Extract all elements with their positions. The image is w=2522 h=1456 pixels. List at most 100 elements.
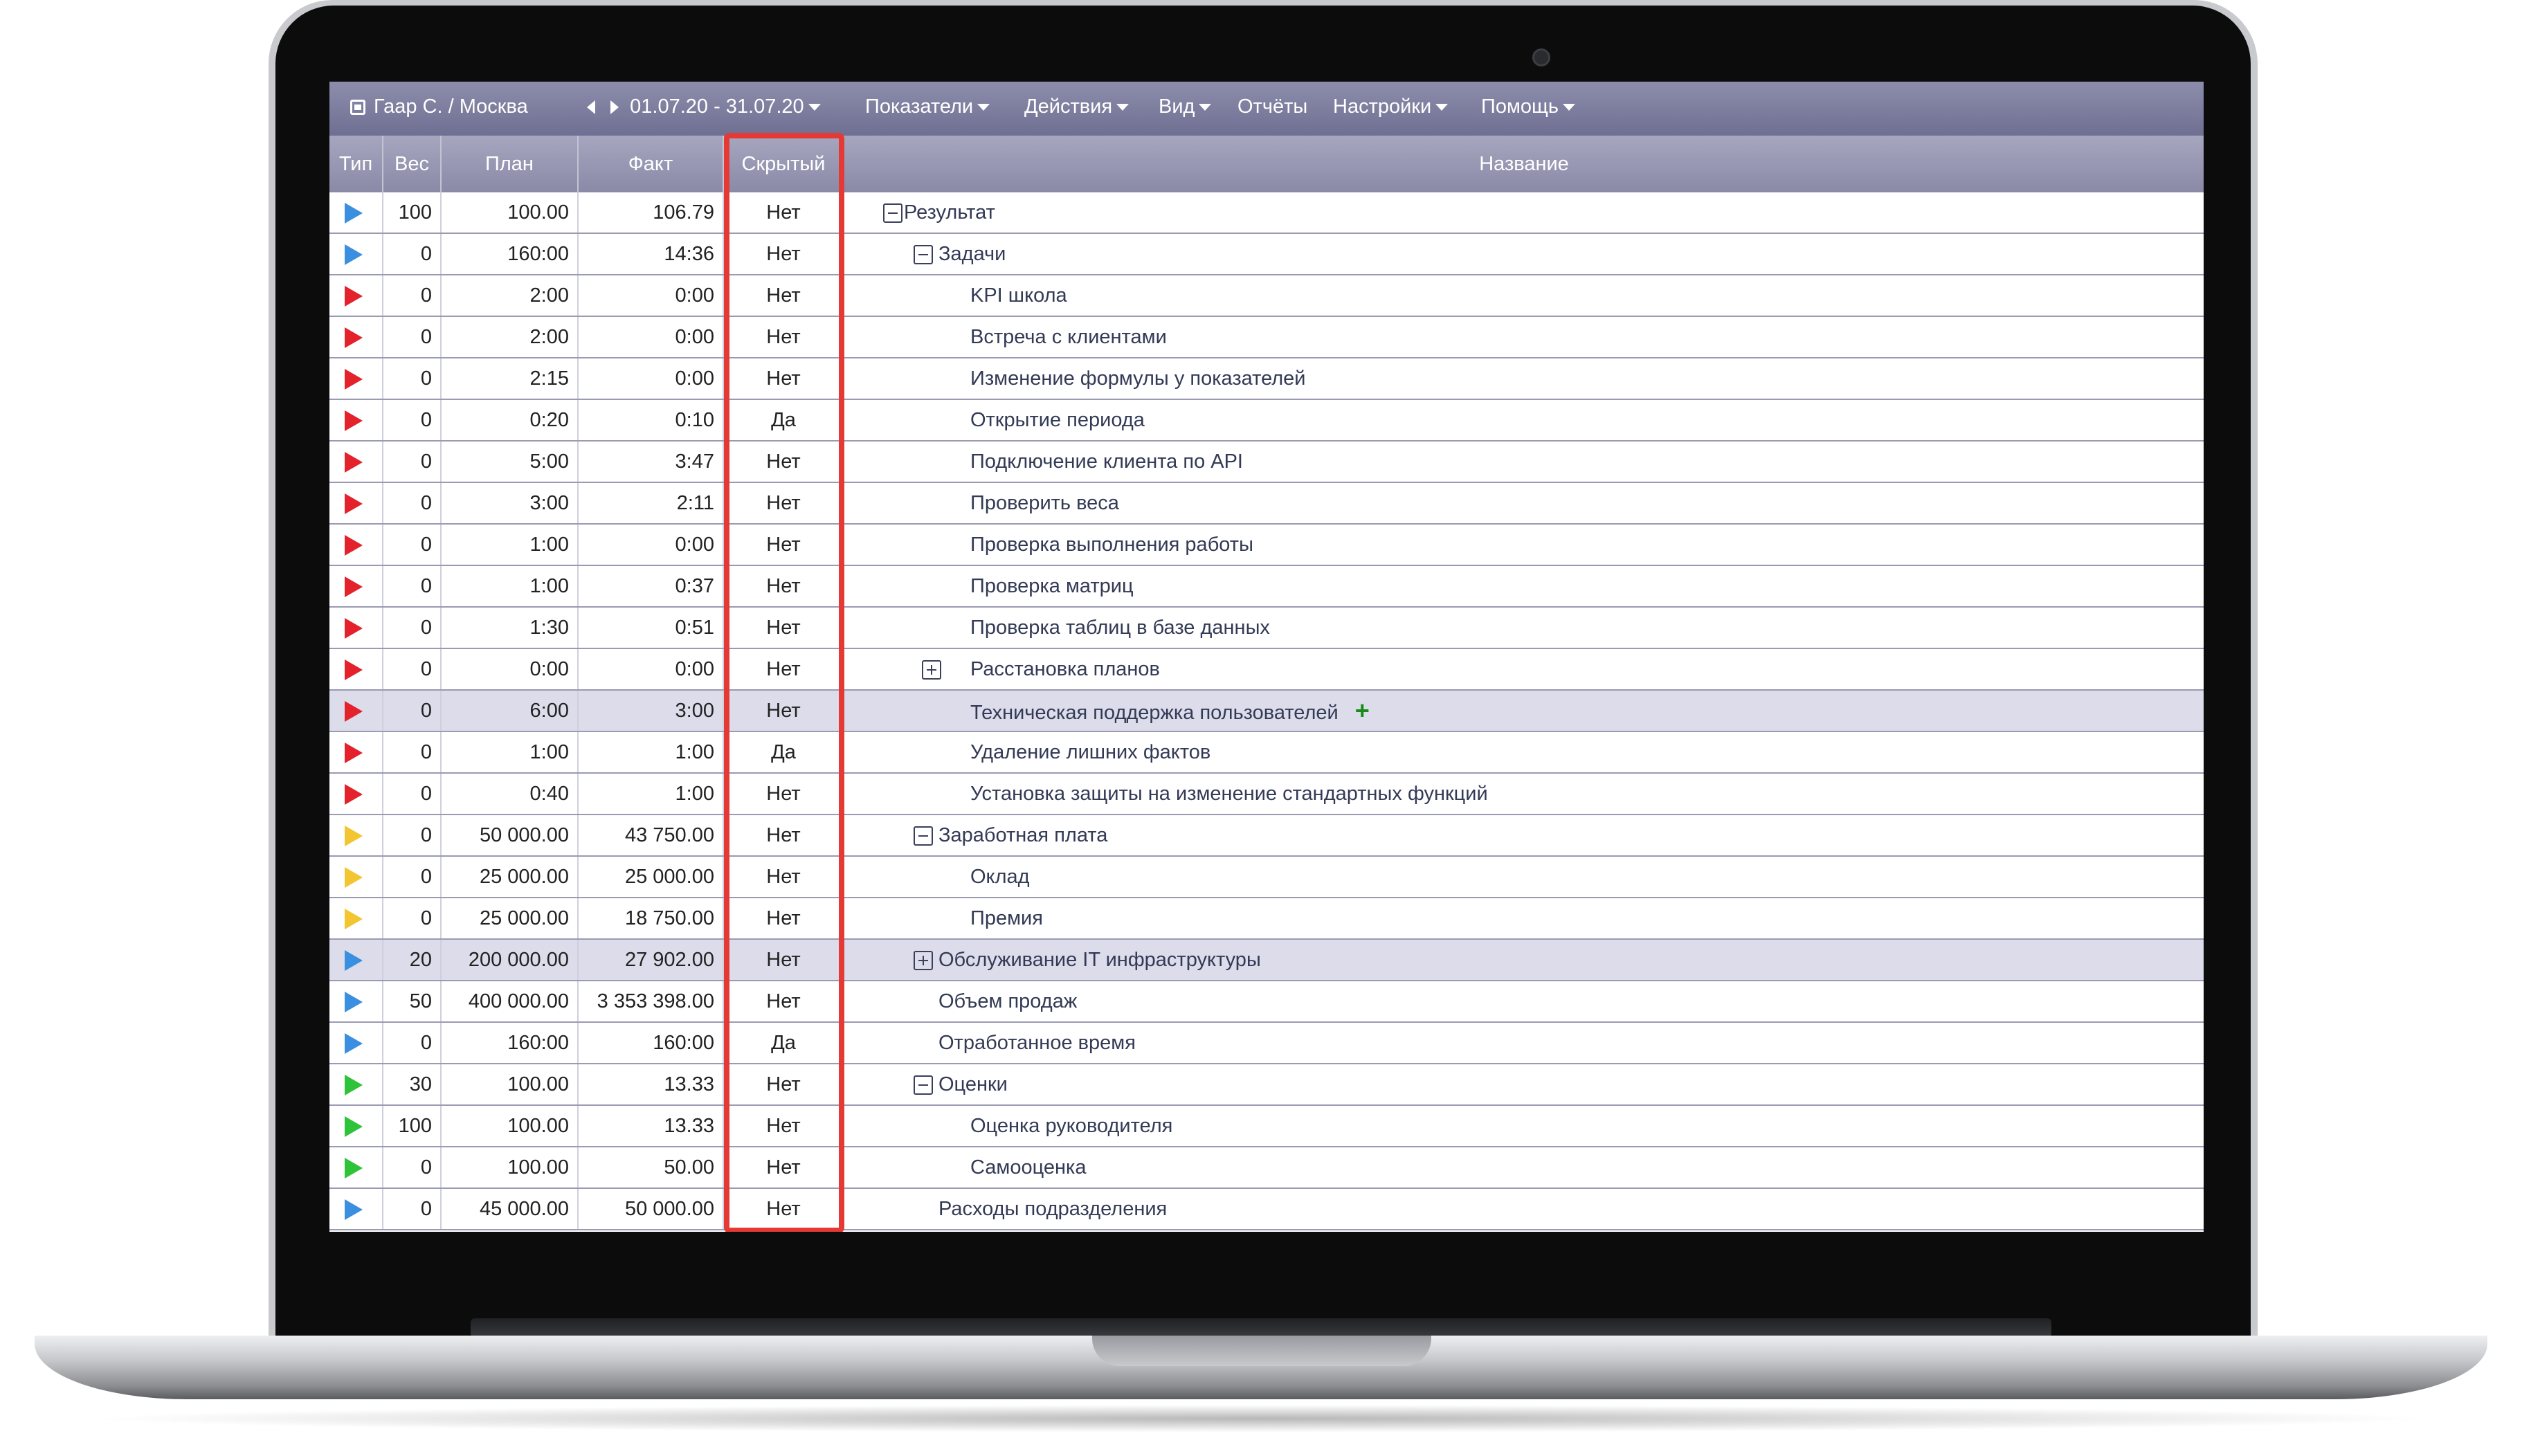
table-row[interactable]: 0 1:00 0:37 Нет Проверка матриц <box>329 566 2204 608</box>
table-row[interactable]: 100 100.00 13.33 Нет Оценка руководителя <box>329 1106 2204 1147</box>
fact-cell[interactable]: 13.33 <box>579 1106 724 1146</box>
table-row[interactable]: 50 400 000.00 3 353 398.00 Нет Объем продаж <box>329 981 2204 1023</box>
table-row[interactable]: 0 50 000.00 43 750.00 Нет Заработная плата <box>329 815 2204 857</box>
weight-cell[interactable]: 100 <box>383 192 442 233</box>
menu-help[interactable]: Помощь <box>1481 93 1576 120</box>
plan-cell[interactable]: 2:00 <box>442 317 579 357</box>
table-row[interactable]: 0 0:20 0:10 Да Открытие периода <box>329 400 2204 442</box>
hidden-cell[interactable]: Нет <box>724 442 844 482</box>
plan-cell[interactable]: 2:15 <box>442 358 579 399</box>
fact-cell[interactable]: 13.33 <box>579 1064 724 1104</box>
table-row[interactable]: 0 25 000.00 25 000.00 Нет Оклад <box>329 857 2204 898</box>
weight-cell[interactable]: 0 <box>383 1023 442 1063</box>
weight-cell[interactable]: 50 <box>383 981 442 1021</box>
plan-cell[interactable]: 50 000.00 <box>442 815 579 855</box>
collapse-icon[interactable] <box>914 826 933 846</box>
name-cell[interactable]: Встреча с клиентами <box>844 317 2204 357</box>
hidden-cell[interactable]: Нет <box>724 275 844 316</box>
hidden-cell[interactable]: Нет <box>724 566 844 606</box>
hidden-cell[interactable]: Нет <box>724 1064 844 1104</box>
fact-cell[interactable]: 14:36 <box>579 234 724 274</box>
plan-cell[interactable]: 2:00 <box>442 275 579 316</box>
fact-cell[interactable]: 160:00 <box>579 1023 724 1063</box>
fact-cell[interactable]: 0:10 <box>579 400 724 440</box>
weight-cell[interactable]: 0 <box>383 857 442 897</box>
plan-cell[interactable]: 1:30 <box>442 608 579 648</box>
fact-cell[interactable]: 106.79 <box>579 192 724 233</box>
name-cell[interactable]: Оценки <box>844 1064 2204 1104</box>
hidden-cell[interactable]: Нет <box>724 815 844 855</box>
table-row[interactable]: 0 45 000.00 50 000.00 Нет Расходы подразделе… <box>329 1189 2204 1230</box>
hidden-cell[interactable]: Нет <box>724 1189 844 1229</box>
fact-cell[interactable]: 1:00 <box>579 732 724 772</box>
plan-cell[interactable]: 6:00 <box>442 691 579 731</box>
table-row[interactable]: 0 25 000.00 18 750.00 Нет Премия <box>329 898 2204 940</box>
menu-settings[interactable]: Настройки <box>1333 93 1449 120</box>
plan-cell[interactable]: 5:00 <box>442 442 579 482</box>
col-weight-header[interactable]: Вес <box>383 136 442 192</box>
fact-cell[interactable]: 3:00 <box>579 691 724 731</box>
weight-cell[interactable]: 0 <box>383 317 442 357</box>
table-row[interactable]: 0 6:00 3:00 Нет Техническая поддержка пользо… <box>329 691 2204 732</box>
fact-cell[interactable]: 0:00 <box>579 649 724 689</box>
hidden-cell[interactable]: Нет <box>724 898 844 938</box>
next-period-icon[interactable] <box>610 100 619 115</box>
col-hidden-header[interactable]: Скрытый <box>724 136 844 192</box>
plan-cell[interactable]: 160:00 <box>442 1023 579 1063</box>
weight-cell[interactable]: 30 <box>383 1064 442 1104</box>
fact-cell[interactable]: 2:11 <box>579 483 724 523</box>
table-row[interactable]: 30 100.00 13.33 Нет Оценки <box>329 1064 2204 1106</box>
table-row[interactable]: 0 3:00 2:11 Нет Проверить веса <box>329 483 2204 525</box>
table-row[interactable]: 100 100.00 106.79 Нет Результат <box>329 192 2204 234</box>
hidden-cell[interactable]: Нет <box>724 234 844 274</box>
name-cell[interactable]: Результат <box>844 192 2204 233</box>
table-row[interactable]: 0 0:40 1:00 Нет Установка защиты на изменени… <box>329 774 2204 815</box>
name-cell[interactable]: Проверка матриц <box>844 566 2204 606</box>
table-row[interactable]: 0 5:00 3:47 Нет Подключение клиента по API <box>329 442 2204 483</box>
fact-cell[interactable]: 0:00 <box>579 317 724 357</box>
hidden-cell[interactable]: Нет <box>724 940 844 980</box>
weight-cell[interactable]: 20 <box>383 940 442 980</box>
fact-cell[interactable]: 50.00 <box>579 1147 724 1187</box>
plan-cell[interactable]: 200 000.00 <box>442 940 579 980</box>
table-row[interactable]: 0 1:00 0:00 Нет Проверка выполнения работы <box>329 525 2204 566</box>
name-cell[interactable]: Установка защиты на изменение стандартны… <box>844 774 2204 814</box>
name-cell[interactable]: Техническая поддержка пользователей + <box>844 691 2204 731</box>
plan-cell[interactable]: 160:00 <box>442 234 579 274</box>
fact-cell[interactable]: 0:00 <box>579 358 724 399</box>
table-row[interactable]: 0 1:30 0:51 Нет Проверка таблиц в базе данны… <box>329 608 2204 649</box>
weight-cell[interactable]: 0 <box>383 566 442 606</box>
name-cell[interactable]: Изменение формулы у показателей <box>844 358 2204 399</box>
fact-cell[interactable]: 0:51 <box>579 608 724 648</box>
hidden-cell[interactable]: Да <box>724 1023 844 1063</box>
weight-cell[interactable]: 0 <box>383 898 442 938</box>
hidden-cell[interactable]: Нет <box>724 1147 844 1187</box>
table-row[interactable]: 0 2:15 0:00 Нет Изменение формулы у показате… <box>329 358 2204 400</box>
fact-cell[interactable]: 27 902.00 <box>579 940 724 980</box>
name-cell[interactable]: Оклад <box>844 857 2204 897</box>
weight-cell[interactable]: 0 <box>383 1147 442 1187</box>
plan-cell[interactable]: 0:40 <box>442 774 579 814</box>
name-cell[interactable]: Проверка выполнения работы <box>844 525 2204 565</box>
table-row[interactable]: 0 1:00 1:00 Да Удаление лишних фактов <box>329 732 2204 774</box>
plan-cell[interactable]: 1:00 <box>442 732 579 772</box>
weight-cell[interactable]: 0 <box>383 525 442 565</box>
name-cell[interactable]: KPI школа <box>844 275 2204 316</box>
hidden-cell[interactable]: Нет <box>724 649 844 689</box>
table-row[interactable]: 0 2:00 0:00 Нет KPI школа <box>329 275 2204 317</box>
fact-cell[interactable]: 50 000.00 <box>579 1189 724 1229</box>
plan-cell[interactable]: 0:00 <box>442 649 579 689</box>
weight-cell[interactable]: 0 <box>383 358 442 399</box>
plan-cell[interactable]: 25 000.00 <box>442 898 579 938</box>
fact-cell[interactable]: 18 750.00 <box>579 898 724 938</box>
hidden-cell[interactable]: Да <box>724 732 844 772</box>
name-cell[interactable]: Удаление лишних фактов <box>844 732 2204 772</box>
name-cell[interactable]: Проверка таблиц в базе данных <box>844 608 2204 648</box>
name-cell[interactable]: Подключение клиента по API <box>844 442 2204 482</box>
hidden-cell[interactable]: Нет <box>724 608 844 648</box>
plan-cell[interactable]: 100.00 <box>442 192 579 233</box>
prev-period-icon[interactable] <box>587 100 595 115</box>
collapse-icon[interactable] <box>914 245 933 264</box>
col-name-header[interactable]: Название <box>844 136 2204 192</box>
collapse-icon[interactable] <box>883 203 902 223</box>
